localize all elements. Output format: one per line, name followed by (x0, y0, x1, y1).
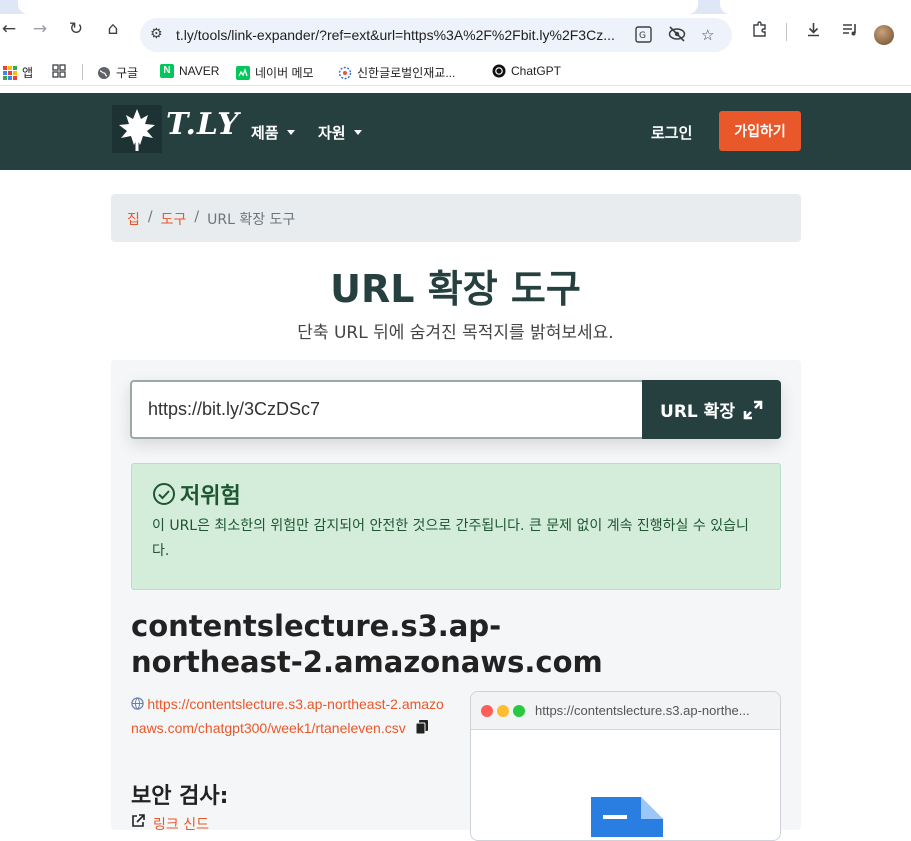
bookmark-label: 네이버 메모 (255, 66, 314, 80)
caret-down-icon (286, 130, 295, 135)
url-input-group: URL 확장 (130, 380, 781, 439)
eye-off-icon[interactable] (668, 26, 686, 46)
bookmark-naver-memo[interactable]: 네이버 메모 (236, 64, 314, 81)
globe-icon (131, 697, 147, 712)
security-link-label[interactable]: 링크 신드 (153, 814, 209, 834)
file-icon (591, 797, 663, 837)
check-circle-icon (153, 483, 175, 505)
destination-link-block: https://contentslecture.s3.ap-northeast-… (131, 693, 451, 741)
bookmark-naver[interactable]: N NAVER (160, 64, 219, 78)
bookmark-label: NAVER (179, 64, 220, 78)
bookmark-chatgpt[interactable]: ChatGPT (492, 64, 561, 78)
address-url[interactable]: t.ly/tools/link-expander/?ref=ext&url=ht… (176, 27, 615, 43)
download-icon[interactable] (804, 21, 822, 42)
extensions-icon[interactable] (750, 21, 768, 42)
nav-products-dropdown[interactable]: 제품 (251, 122, 295, 143)
media-control-icon[interactable] (841, 21, 859, 42)
expand-url-button[interactable]: URL 확장 (642, 380, 781, 439)
apps-grid-icon (3, 65, 17, 80)
profile-avatar[interactable] (874, 25, 894, 45)
copy-icon[interactable] (415, 718, 428, 741)
brand-name[interactable]: T.LY (166, 107, 240, 142)
nav-resources-label: 자원 (318, 124, 346, 142)
browser-tab-active[interactable] (18, 0, 698, 14)
bookmark-separator (82, 64, 83, 80)
preview-maximize-dot (513, 705, 525, 717)
login-link[interactable]: 로그인 (651, 122, 692, 143)
toolbar-divider (786, 23, 787, 41)
preview-close-dot (481, 705, 493, 717)
bookmark-tab-groups[interactable] (52, 64, 66, 78)
bookmark-label: 신한글로벌인재교... (357, 66, 456, 80)
security-link-row[interactable]: 링크 신드 (131, 814, 209, 834)
expand-arrows-icon (743, 400, 763, 419)
bookmark-star-icon[interactable]: ☆ (701, 26, 714, 44)
risk-title: 저위험 (152, 478, 241, 510)
security-check-title: 보안 검사: (131, 784, 229, 809)
nav-products-label: 제품 (251, 124, 279, 142)
globe-icon (97, 66, 111, 80)
bookmark-apps[interactable]: 앱 (3, 64, 33, 81)
page-subtitle: 단축 URL 뒤에 숨겨진 목적지를 밝혀보세요. (297, 323, 614, 343)
bookmark-google[interactable]: 구글 (97, 64, 138, 81)
page-title: URL 확장 도구 (330, 267, 581, 311)
tab-groups-icon (52, 64, 66, 78)
site-settings-icon[interactable]: ⚙ (150, 26, 163, 42)
breadcrumb: 집 / 도구 / URL 확장 도구 (111, 194, 801, 242)
forward-icon[interactable]: → (31, 21, 49, 38)
risk-title-text: 저위험 (180, 484, 241, 509)
risk-alert: 저위험 이 URL은 최소한의 위험만 감지되어 안전한 것으로 간주됩니다. … (131, 463, 781, 590)
breadcrumb-tools-link[interactable]: 도구 (161, 209, 187, 228)
risk-description: 이 URL은 최소한의 위험만 감지되어 안전한 것으로 간주됩니다. 큰 문제… (152, 518, 749, 559)
browser-tab-strip (0, 0, 911, 14)
memo-icon (236, 65, 250, 80)
bookmark-label: 앱 (22, 66, 34, 80)
translate-icon[interactable]: G (635, 26, 652, 47)
preview-browser-bar: https://contentslecture.s3.ap-northe... (471, 692, 780, 730)
breadcrumb-separator: / (147, 209, 153, 225)
breadcrumb-separator: / (194, 209, 200, 225)
url-input[interactable] (130, 380, 643, 439)
bookmark-label: ChatGPT (511, 64, 562, 78)
reload-icon[interactable]: ↻ (67, 21, 85, 38)
chatgpt-icon (492, 64, 506, 78)
browser-tab[interactable] (720, 0, 911, 14)
signup-button[interactable]: 가입하기 (719, 111, 801, 151)
page-preview: https://contentslecture.s3.ap-northe... (470, 691, 781, 841)
expand-button-label: URL 확장 (660, 402, 735, 422)
naver-icon: N (160, 64, 174, 78)
nav-resources-dropdown[interactable]: 자원 (318, 122, 362, 143)
bookmark-label: 구글 (116, 66, 139, 80)
bookmark-shinhan[interactable]: 신한글로벌인재교... (338, 64, 455, 81)
breadcrumb-current: URL 확장 도구 (207, 212, 296, 228)
preview-url: https://contentslecture.s3.ap-northe... (535, 703, 750, 718)
site-header: T.LY 제품 자원 로그인 가입하기 (0, 93, 911, 170)
tly-logo-icon[interactable] (112, 105, 162, 153)
destination-url-link[interactable]: https://contentslecture.s3.ap-northeast-… (131, 696, 444, 736)
destination-domain: contentslecture.s3.ap-northeast-2.amazon… (131, 609, 603, 679)
address-bar[interactable]: ⚙ t.ly/tools/link-expander/?ref=ext&url=… (140, 18, 732, 52)
external-link-icon (132, 814, 145, 827)
home-icon[interactable]: ⌂ (104, 21, 122, 38)
caret-down-icon (353, 130, 362, 135)
back-icon[interactable]: ← (0, 21, 18, 38)
svg-text:G: G (639, 31, 646, 41)
shinhan-icon (338, 66, 352, 80)
breadcrumb-home-link[interactable]: 집 (127, 209, 140, 228)
preview-minimize-dot (497, 705, 509, 717)
